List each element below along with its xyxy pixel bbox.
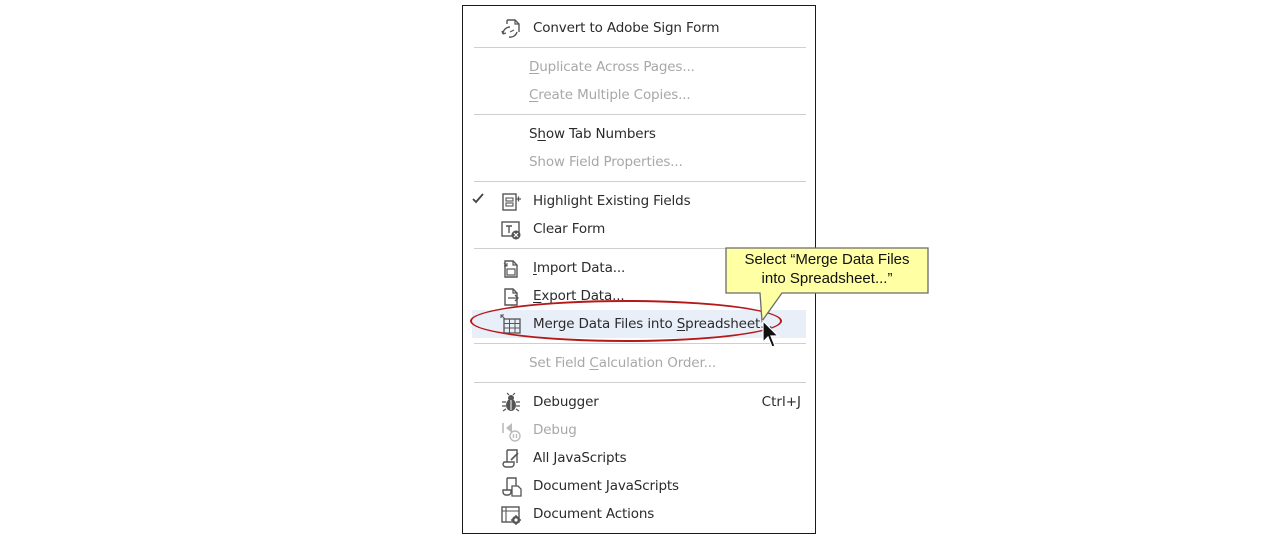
callout-line-1: Select “Merge Data Files (744, 251, 910, 268)
mouse-cursor-icon (762, 320, 780, 348)
import-data-icon (503, 260, 518, 278)
menu-separator (474, 47, 806, 48)
checkmark-icon (472, 193, 484, 204)
menu-separator (474, 114, 806, 115)
callout-tooltip: Select “Merge Data Files into Spreadshee… (720, 247, 935, 327)
menu-separator (474, 382, 806, 383)
bug-icon (502, 392, 520, 412)
menu-item-label: Document Actions (533, 506, 655, 522)
menu-item-label: Debug (533, 422, 577, 438)
export-data-icon (504, 288, 519, 306)
menu-item-label: All JavaScripts (533, 450, 627, 466)
menu-item-label: Create Multiple Copies... (529, 87, 691, 103)
menu-item-label: Export Data... (533, 288, 625, 304)
menu-item-debug: Debug (463, 416, 815, 444)
menu-item-set-field-calculation-order: Set Field Calculation Order... (463, 349, 815, 377)
menu-item-label: Highlight Existing Fields (533, 193, 691, 209)
menu-item-label: Show Field Properties... (529, 154, 683, 170)
debug-icon (502, 423, 521, 442)
menu-item-label: Document JavaScripts (533, 478, 679, 494)
adobe-sign-icon (501, 19, 520, 38)
spreadsheet-icon (500, 314, 521, 334)
menu-item-convert-to-adobe-sign-form[interactable]: Convert to Adobe Sign Form (463, 14, 815, 42)
menu-item-all-javascripts[interactable]: All JavaScripts (463, 444, 815, 472)
menu-item-show-field-properties: Show Field Properties... (463, 148, 815, 176)
document-javascript-icon (502, 477, 522, 497)
menu-item-label: Clear Form (533, 221, 606, 237)
highlight-fields-icon (502, 193, 521, 211)
document-actions-icon (501, 506, 521, 525)
menu-item-duplicate-across-pages: Duplicate Across Pages... (463, 53, 815, 81)
menu-item-label: Duplicate Across Pages... (529, 59, 695, 75)
menu-item-document-javascripts[interactable]: Document JavaScripts (463, 472, 815, 500)
callout-line-2: into Spreadsheet...” (761, 270, 893, 287)
menu-item-create-multiple-copies: Create Multiple Copies... (463, 81, 815, 109)
menu-item-clear-form[interactable]: Clear Form (463, 215, 815, 243)
menu-item-highlight-existing-fields[interactable]: Highlight Existing Fields (463, 187, 815, 215)
menu-item-label: Convert to Adobe Sign Form (533, 20, 720, 36)
menu-item-document-actions[interactable]: Document Actions (463, 500, 815, 528)
clear-form-icon (501, 221, 521, 240)
menu-item-show-tab-numbers[interactable]: Show Tab Numbers (463, 120, 815, 148)
menu-item-label: Debugger (533, 394, 599, 410)
callout-text: Select “Merge Data Files into Spreadshee… (728, 250, 926, 290)
menu-item-debugger[interactable]: Debugger Ctrl+J (463, 388, 815, 416)
menu-item-label: Set Field Calculation Order... (529, 355, 717, 371)
menu-separator (474, 343, 806, 344)
menu-item-label: Import Data... (533, 260, 626, 276)
menu-item-shortcut: Ctrl+J (761, 394, 801, 410)
menu-item-label: Show Tab Numbers (529, 126, 656, 142)
javascript-icon (502, 449, 519, 468)
menu-separator (474, 181, 806, 182)
